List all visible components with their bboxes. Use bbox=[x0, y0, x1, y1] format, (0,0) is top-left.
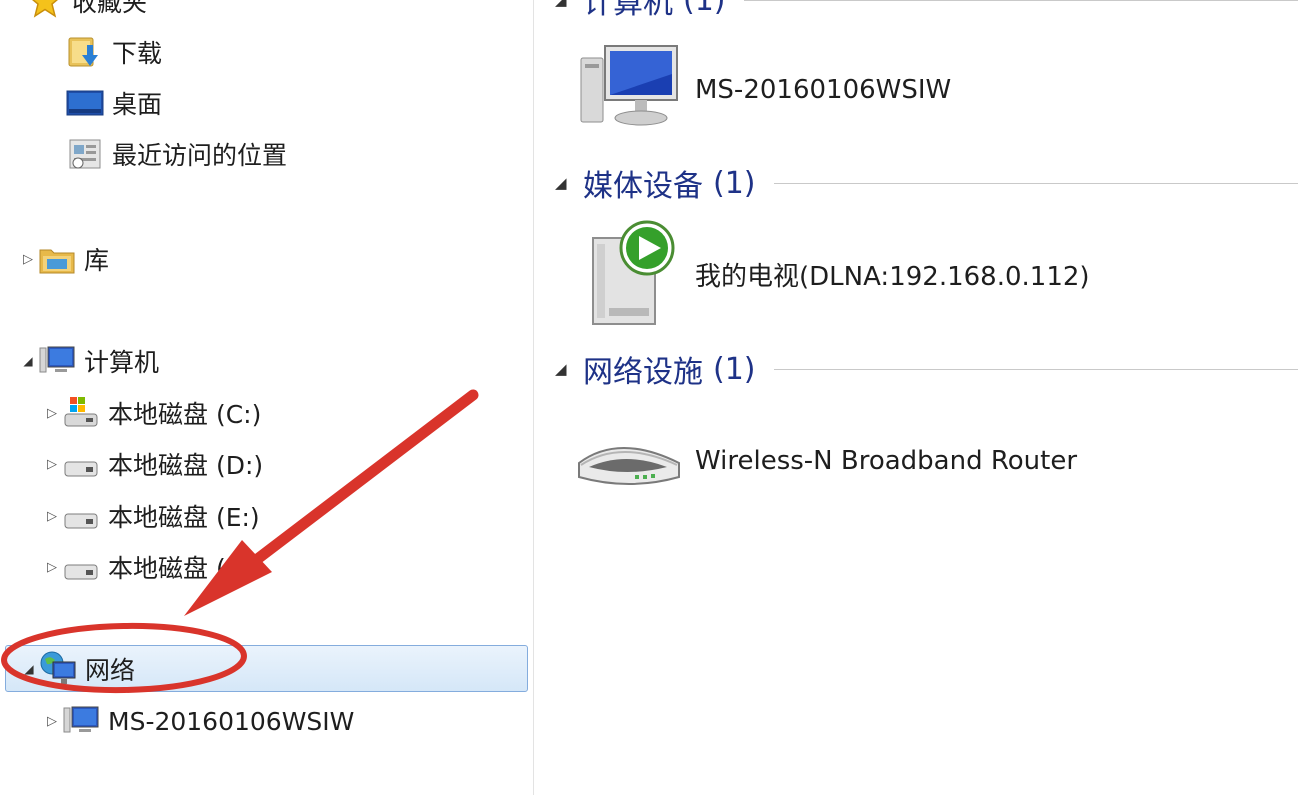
nav-label: MS-20160106WSIW bbox=[108, 706, 355, 736]
computer-icon bbox=[38, 342, 76, 380]
nav-item-desktop[interactable]: 桌面 bbox=[66, 80, 162, 126]
media-device-icon bbox=[575, 218, 687, 330]
nav-item-drive-c[interactable]: ▷ 本地磁盘 (C:) bbox=[42, 390, 261, 436]
system-drive-icon bbox=[62, 394, 100, 432]
nav-item-favorites[interactable]: 收藏夹 bbox=[26, 0, 147, 24]
nav-item-libraries[interactable]: ▷ 库 bbox=[18, 236, 109, 282]
nav-item-drive-f[interactable]: ▷ 本地磁盘 (F:) bbox=[42, 544, 256, 590]
nav-label: 收藏夹 bbox=[72, 0, 148, 17]
expand-arrow-icon[interactable]: ▷ bbox=[42, 714, 62, 729]
nav-item-drive-d[interactable]: ▷ 本地磁盘 (D:) bbox=[42, 441, 263, 487]
nav-item-network-computer[interactable]: ▷ MS-20160106WSIW bbox=[42, 698, 354, 744]
group-name: 计算机 bbox=[583, 0, 673, 21]
star-icon bbox=[26, 0, 64, 20]
nav-label: 网络 bbox=[85, 655, 136, 685]
group-divider bbox=[773, 182, 1298, 184]
nav-item-drive-e[interactable]: ▷ 本地磁盘 (E:) bbox=[42, 493, 260, 539]
drive-icon bbox=[62, 445, 100, 483]
nav-label: 下载 bbox=[112, 39, 163, 68]
group-header-computer[interactable]: ◢ 计算机 (1) bbox=[555, 0, 1300, 21]
drive-icon bbox=[62, 497, 100, 535]
downloads-folder-icon bbox=[66, 33, 104, 71]
nav-item-network[interactable]: ◢ 网络 bbox=[5, 645, 528, 692]
nav-label: 本地磁盘 (C:) bbox=[108, 400, 262, 429]
device-item-media-tv[interactable]: 我的电视(DLNA:192.168.0.112) bbox=[575, 218, 1090, 330]
computer-icon bbox=[62, 702, 100, 740]
group-divider bbox=[743, 0, 1298, 1]
collapse-arrow-icon[interactable]: ◢ bbox=[555, 0, 583, 9]
nav-label: 计算机 bbox=[84, 348, 160, 377]
drive-icon bbox=[62, 548, 100, 586]
expand-arrow-icon[interactable]: ▷ bbox=[42, 457, 62, 472]
expand-arrow-icon[interactable]: ▷ bbox=[42, 560, 62, 575]
device-item-router[interactable]: Wireless-N Broadband Router bbox=[575, 405, 1077, 517]
collapse-arrow-icon[interactable]: ◢ bbox=[19, 662, 39, 676]
nav-label: 本地磁盘 (F:) bbox=[108, 554, 257, 583]
nav-item-downloads[interactable]: 下载 bbox=[66, 29, 162, 75]
expand-arrow-icon[interactable]: ▷ bbox=[42, 406, 62, 421]
group-header-media-devices[interactable]: ◢ 媒体设备 (1) bbox=[555, 163, 1300, 204]
content-pane: ◢ 计算机 (1) MS-20160106WSIW ◢ 媒体设备 (1) 我的电… bbox=[535, 0, 1300, 795]
computer-icon bbox=[575, 34, 687, 146]
group-header-network-infrastructure[interactable]: ◢ 网络设施 (1) bbox=[555, 349, 1300, 390]
collapse-arrow-icon[interactable]: ◢ bbox=[18, 354, 38, 368]
network-icon bbox=[39, 650, 77, 688]
expand-arrow-icon[interactable]: ▷ bbox=[18, 252, 38, 267]
device-label: MS-20160106WSIW bbox=[695, 75, 952, 105]
router-icon bbox=[575, 405, 687, 517]
group-count: (1) bbox=[683, 0, 726, 18]
desktop-icon bbox=[66, 84, 104, 122]
device-label: 我的电视(DLNA:192.168.0.112) bbox=[695, 261, 1090, 292]
nav-item-recent-places[interactable]: 最近访问的位置 bbox=[66, 131, 287, 177]
library-folder-icon bbox=[38, 240, 76, 278]
nav-label: 桌面 bbox=[112, 90, 163, 119]
navigation-pane: 收藏夹 下载 桌面 最近访问的位置 ▷ 库 ◢ 计算机 ▷ 本地磁盘 (C:) … bbox=[0, 0, 534, 795]
group-count: (1) bbox=[713, 165, 756, 201]
group-count: (1) bbox=[713, 351, 756, 387]
device-item-computer[interactable]: MS-20160106WSIW bbox=[575, 34, 951, 146]
collapse-arrow-icon[interactable]: ◢ bbox=[555, 360, 583, 378]
nav-item-computer[interactable]: ◢ 计算机 bbox=[18, 338, 159, 384]
nav-label: 最近访问的位置 bbox=[112, 141, 288, 170]
nav-label: 库 bbox=[84, 246, 110, 275]
collapse-arrow-icon[interactable]: ◢ bbox=[555, 174, 583, 192]
group-name: 媒体设备 bbox=[583, 169, 703, 204]
nav-label: 本地磁盘 (D:) bbox=[108, 451, 264, 480]
expand-arrow-icon[interactable]: ▷ bbox=[42, 509, 62, 524]
group-divider bbox=[773, 368, 1298, 370]
group-name: 网络设施 bbox=[583, 355, 703, 390]
recent-places-icon bbox=[66, 135, 104, 173]
nav-label: 本地磁盘 (E:) bbox=[108, 503, 260, 532]
device-label: Wireless-N Broadband Router bbox=[695, 446, 1078, 476]
